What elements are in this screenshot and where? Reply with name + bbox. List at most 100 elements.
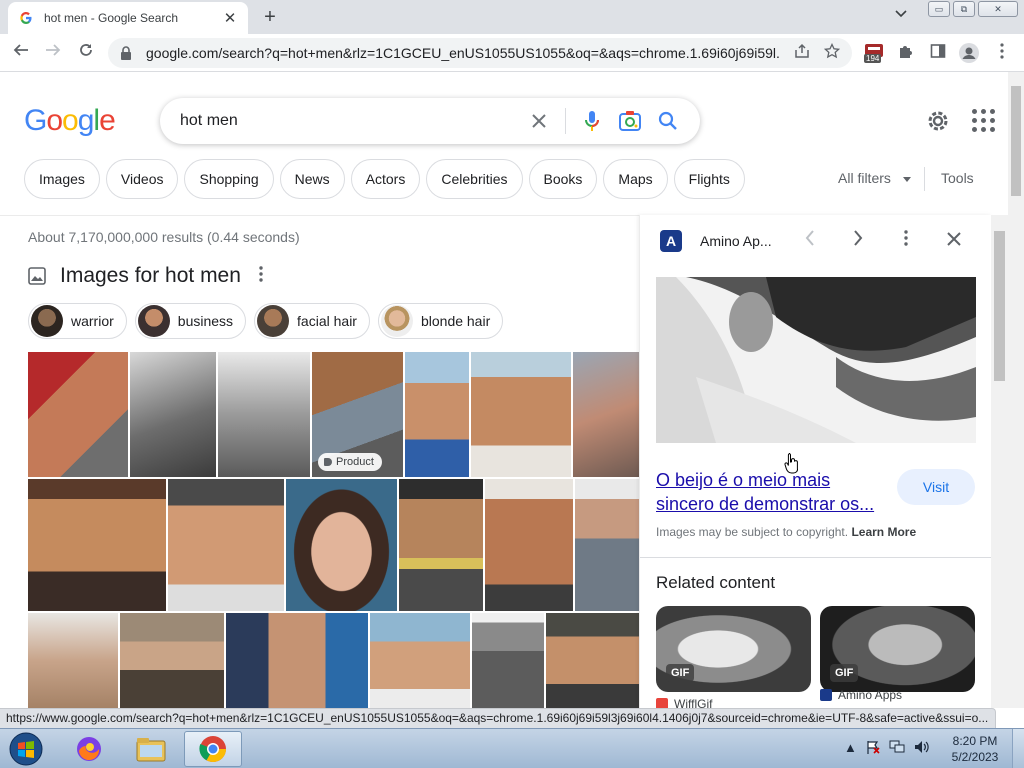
image-result[interactable] [120,613,224,708]
image-result[interactable] [130,352,216,477]
new-tab-button[interactable]: + [258,6,282,28]
panel-site-name[interactable]: Amino Ap... [700,233,784,249]
close-window-button[interactable]: ✕ [978,1,1018,17]
tab-strip: hot men - Google Search ✕ + ▭ ⧉ ✕ [0,0,1024,34]
tools-button[interactable]: Tools [941,170,974,186]
chip-news[interactable]: News [279,159,345,199]
images-section-title[interactable]: Images for hot men [60,264,241,288]
image-result[interactable] [286,479,397,611]
back-button[interactable] [10,42,32,64]
page-scrollbar-thumb[interactable] [1011,86,1021,196]
next-image-icon[interactable] [846,229,870,252]
extension-badge-icon[interactable]: 194 [864,43,884,63]
image-result[interactable] [370,613,470,708]
minimize-button[interactable]: ▭ [928,1,950,17]
reload-button[interactable] [75,42,97,64]
bookmark-star-icon[interactable] [823,42,841,63]
visit-button[interactable]: Visit [897,469,975,505]
related-thumbnail[interactable]: GIF [656,606,811,692]
tab-title: hot men - Google Search [44,11,179,25]
previous-image-icon[interactable] [798,229,822,252]
learn-more-link[interactable]: Learn More [851,525,916,539]
image-result[interactable]: Product [312,352,403,477]
network-icon[interactable] [889,740,905,757]
volume-icon[interactable] [914,740,930,757]
extensions-puzzle-icon[interactable] [896,43,916,63]
lock-icon[interactable] [120,46,134,60]
action-center-flag-icon[interactable] [866,740,880,757]
forward-button[interactable] [42,42,64,64]
panel-close-icon[interactable] [942,229,966,252]
chip-actors[interactable]: Actors [350,159,421,199]
windows-taskbar: ▲ 8:20 PM 5/2/2023 [0,728,1024,768]
refine-chip-blonde-hair[interactable]: blonde hair [377,303,504,339]
browser-tab[interactable]: hot men - Google Search ✕ [8,2,248,34]
gif-badge: GIF [666,664,695,682]
page-scrollbar[interactable] [1008,72,1024,708]
image-result[interactable] [28,613,118,708]
related-thumbnail[interactable]: GIF [820,606,975,692]
image-result[interactable] [485,479,573,611]
tag-icon [324,458,332,466]
refine-chip-facial-hair[interactable]: facial hair [254,303,370,339]
profile-avatar-icon[interactable] [959,43,979,63]
lens-camera-icon[interactable] [618,109,642,133]
chip-maps[interactable]: Maps [603,159,668,199]
side-panel-icon[interactable] [928,43,948,63]
address-bar[interactable]: google.com/search?q=hot+men&rlz=1C1GCEU_… [108,38,852,68]
images-section-header: Images for hot men [28,264,263,288]
panel-more-icon[interactable] [894,229,918,252]
refine-chip-business[interactable]: business [134,303,247,339]
google-logo[interactable]: Google [24,104,116,138]
tab-search-icon[interactable] [895,9,907,21]
image-result[interactable] [472,613,544,708]
image-result[interactable] [405,352,469,477]
browser-menu-icon[interactable] [992,43,1012,63]
chip-shopping[interactable]: Shopping [184,159,274,199]
related-source[interactable]: WifflGif [656,697,712,708]
google-apps-icon[interactable] [972,109,996,133]
refine-chip-warrior[interactable]: warrior [28,303,127,339]
more-options-icon[interactable] [259,265,263,287]
image-result[interactable] [168,479,284,611]
start-button[interactable] [2,730,50,768]
image-result[interactable] [573,352,639,477]
settings-gear-icon[interactable] [925,108,951,134]
chip-celebrities[interactable]: Celebrities [426,159,523,199]
image-result[interactable] [546,613,639,708]
image-result[interactable] [226,613,368,708]
image-result[interactable] [28,479,166,611]
restore-button[interactable]: ⧉ [953,1,975,17]
image-result[interactable] [399,479,483,611]
chip-videos[interactable]: Videos [105,159,179,199]
source-favicon-icon [820,689,832,701]
panel-scrollbar[interactable] [991,215,1008,708]
taskbar-explorer-icon[interactable] [122,731,180,767]
status-bar-url: https://www.google.com/search?q=hot+men&… [0,708,996,728]
share-icon[interactable] [794,43,810,63]
all-filters-button[interactable]: All filters [838,170,911,186]
taskbar-firefox-icon[interactable] [60,731,118,767]
tab-close-icon[interactable]: ✕ [222,9,238,27]
image-result[interactable] [471,352,571,477]
chip-thumbnail [257,305,290,337]
clear-search-icon[interactable] [527,109,551,133]
search-box[interactable]: hot men [160,98,700,144]
panel-scrollbar-thumb[interactable] [994,231,1005,381]
show-hidden-icons[interactable]: ▲ [844,740,857,757]
preview-image[interactable] [656,277,976,443]
chip-books[interactable]: Books [528,159,598,199]
image-result[interactable] [575,479,639,611]
image-result[interactable] [218,352,310,477]
voice-search-icon[interactable] [580,109,604,133]
image-result[interactable] [28,352,128,477]
search-icon[interactable] [656,109,680,133]
system-clock[interactable]: 8:20 PM 5/2/2023 [944,733,1006,765]
taskbar-chrome-icon[interactable] [184,731,242,767]
show-desktop-button[interactable] [1012,729,1024,768]
chip-flights[interactable]: Flights [673,159,745,199]
chip-images[interactable]: Images [24,159,100,199]
search-input[interactable]: hot men [180,112,513,130]
related-source[interactable]: Amino Apps [820,688,902,702]
preview-title-link[interactable]: O beijo é o meio mais sincero de demonst… [656,468,886,516]
